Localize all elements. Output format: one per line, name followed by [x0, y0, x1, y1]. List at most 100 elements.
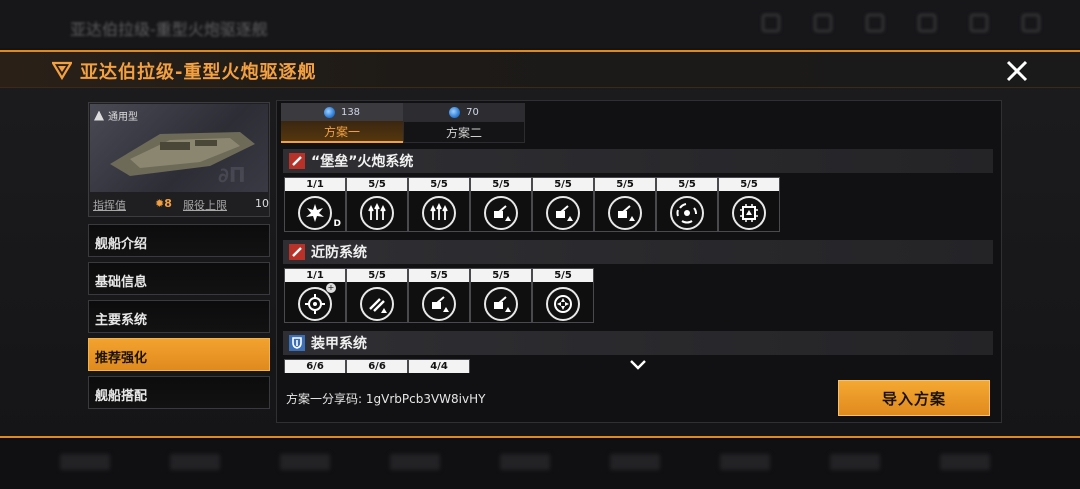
gem-icon [323, 106, 335, 118]
cannon-icon [289, 244, 305, 260]
menu-item-ship-pairing[interactable]: 舰船搭配 [88, 376, 270, 409]
menu-item-main-systems[interactable]: 主要系统 [88, 300, 270, 333]
chevron-down-icon[interactable] [628, 359, 648, 371]
system-header: 装甲系统 [283, 331, 993, 355]
upgrade-panel: 138 方案一 70 方案二 “堡垒”火炮系统 1/1 D 5/5 5/5 5/… [276, 100, 1002, 423]
import-plan-button[interactable]: 导入方案 [838, 380, 990, 416]
plus-icon: + [326, 283, 336, 293]
upgrade-slot[interactable]: 5/5 [346, 268, 408, 323]
upgrade-slot[interactable]: 1/1 + [284, 268, 346, 323]
shield-icon [289, 335, 305, 351]
cannon-icon [289, 153, 305, 169]
ship-type-icon [94, 110, 104, 121]
slot-level: 5/5 [347, 178, 407, 191]
system-name: “堡垒”火炮系统 [311, 154, 414, 170]
tab-plan-2[interactable]: 70 方案二 [403, 103, 525, 143]
bg-shape [170, 454, 220, 470]
crosshair-icon [298, 287, 332, 321]
turret-up-icon [422, 287, 456, 321]
tab-cost-value: 70 [466, 106, 479, 118]
background-title: 亚达伯拉级-重型火炮驱逐舰 [70, 20, 268, 39]
tab-plan-1[interactable]: 138 方案一 [281, 103, 403, 143]
slot-level: 5/5 [409, 269, 469, 282]
svg-text:∂Π: ∂Π [218, 163, 246, 187]
slot-level: 5/5 [347, 269, 407, 282]
upgrade-slot[interactable]: 6/6 [284, 359, 346, 373]
turret-up-icon [484, 287, 518, 321]
upgrade-slot[interactable]: 5/5 [408, 177, 470, 232]
system-name: 装甲系统 [311, 336, 367, 352]
upgrade-slot[interactable]: 5/5 [532, 177, 594, 232]
tab-label: 方案一 [281, 121, 403, 143]
background-icon [918, 14, 936, 32]
menu-item-basic-info[interactable]: 基础信息 [88, 262, 270, 295]
ship-type-label: 通用型 [108, 112, 138, 123]
bg-shape [280, 454, 330, 470]
burst-icon [298, 196, 332, 230]
upgrade-slot[interactable]: 5/5 [718, 177, 780, 232]
triple-arrow-icon [422, 196, 456, 230]
background-icons [762, 14, 1040, 32]
menu-item-recommended-upgrades[interactable]: 推荐强化 [88, 338, 270, 371]
bg-shape [940, 454, 990, 470]
bg-shape [720, 454, 770, 470]
tab-cost: 70 [403, 103, 525, 121]
upgrade-slot[interactable]: 5/5 [656, 177, 718, 232]
upgrade-slot[interactable]: 1/1 D [284, 177, 346, 232]
modal-title: 亚达伯拉级-重型火炮驱逐舰 [80, 62, 317, 83]
background-icon [866, 14, 884, 32]
upgrade-slot[interactable]: 4/4 [408, 359, 470, 373]
target-icon [546, 287, 580, 321]
turret-up-icon [608, 196, 642, 230]
command-value: ✹ 8 [155, 197, 172, 210]
slot-level: 5/5 [533, 178, 593, 191]
service-limit-label[interactable]: 服役上限 [183, 197, 227, 213]
slot-level: 1/1 [285, 269, 345, 282]
upgrade-slot[interactable]: 5/5 [594, 177, 656, 232]
upgrade-slot[interactable]: 6/6 [346, 359, 408, 373]
game-screen: 亚达伯拉级-重型火炮驱逐舰 亚达伯拉级-重型火炮驱逐舰 ∂Π 通用型 指挥值 ✹… [0, 0, 1080, 489]
systems-list[interactable]: “堡垒”火炮系统 1/1 D 5/5 5/5 5/5 5/5 5/5 5/5 5… [283, 149, 993, 373]
upgrade-slot[interactable]: 5/5 [470, 268, 532, 323]
bg-shape [390, 454, 440, 470]
slot-level: 4/4 [409, 360, 469, 373]
background-top-bar: 亚达伯拉级-重型火炮驱逐舰 [0, 0, 1080, 48]
system-header: 近防系统 [283, 240, 993, 264]
background-icon [1022, 14, 1040, 32]
tab-cost: 138 [281, 103, 403, 121]
slot-level: 1/1 [285, 178, 345, 191]
bg-shape [60, 454, 110, 470]
modal-title-bar: 亚达伯拉级-重型火炮驱逐舰 [0, 52, 1080, 88]
background-icon [970, 14, 988, 32]
tab-cost-value: 138 [340, 106, 361, 118]
upgrade-slot[interactable]: 5/5 [346, 177, 408, 232]
turret-up-icon [546, 196, 580, 230]
slot-level: 5/5 [533, 269, 593, 282]
ship-image: ∂Π 通用型 [90, 104, 268, 192]
upgrade-slot[interactable]: 5/5 [470, 177, 532, 232]
background-bottom-shapes [60, 454, 990, 470]
ship-type-tag: 通用型 [94, 108, 138, 123]
ship-card: ∂Π 通用型 指挥值 ✹ 8 服役上限 10 [88, 102, 270, 217]
system-header: “堡垒”火炮系统 [283, 149, 993, 173]
system-name: 近防系统 [311, 245, 367, 261]
chip-icon [732, 196, 766, 230]
share-code-label: 方案一分享码: 1gVrbPcb3VW8ivHY [286, 392, 486, 406]
slot-level: 6/6 [347, 360, 407, 373]
command-value-label[interactable]: 指挥值 [93, 197, 126, 213]
bg-shape [610, 454, 660, 470]
slot-badge: D [333, 219, 341, 229]
menu-item-ship-intro[interactable]: 舰船介绍 [88, 224, 270, 257]
close-icon[interactable] [1003, 57, 1031, 85]
upgrade-slot[interactable]: 5/5 [532, 268, 594, 323]
bg-shape [830, 454, 880, 470]
command-value-number: 8 [164, 197, 172, 210]
slot-level: 5/5 [471, 178, 531, 191]
background-icon [762, 14, 780, 32]
ship-detail-modal: 亚达伯拉级-重型火炮驱逐舰 ∂Π 通用型 指挥值 ✹ 8 服役上限 10 舰船介… [0, 50, 1080, 438]
bg-shape [500, 454, 550, 470]
upgrade-slot[interactable]: 5/5 [408, 268, 470, 323]
system-slots: 1/1 + 5/5 5/5 5/5 5/5 [284, 268, 993, 323]
background-icon [814, 14, 832, 32]
triple-arrow-icon [360, 196, 394, 230]
